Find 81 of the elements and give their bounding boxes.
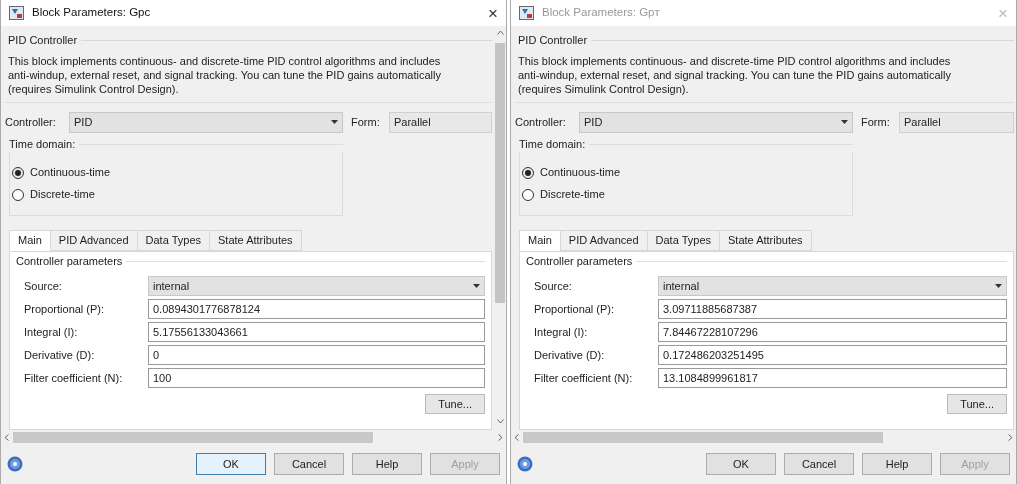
scroll-left-icon[interactable] xyxy=(4,433,9,441)
scroll-down-icon[interactable] xyxy=(496,419,504,424)
radio-label[interactable]: Continuous-time xyxy=(540,164,621,181)
help-icon[interactable] xyxy=(517,456,533,472)
radio-button[interactable] xyxy=(12,166,24,179)
group-title: Time domain: xyxy=(519,136,586,152)
input-field[interactable]: 100 xyxy=(148,368,485,388)
help-icon[interactable] xyxy=(7,456,23,472)
input-field[interactable]: 3.09711885687387 xyxy=(658,299,1007,319)
description-text: (requires Simulink Control Design). xyxy=(518,82,690,96)
dropdown-arrow-icon[interactable] xyxy=(995,284,1002,288)
field-label: Derivative (D): xyxy=(24,347,96,363)
dialog-button[interactable]: Help xyxy=(352,453,422,475)
scroll-right-icon[interactable] xyxy=(498,433,503,441)
controller-label: Controller: xyxy=(515,114,567,130)
scroll-up-icon[interactable] xyxy=(496,30,504,35)
controller-label: Controller: xyxy=(5,114,57,130)
tab[interactable]: Main xyxy=(519,230,561,251)
dialog-button[interactable]: Cancel xyxy=(274,453,344,475)
description-text: This block implements continuous- and discrete-time PID control algorithms and includes xyxy=(518,54,952,68)
tab[interactable]: Data Types xyxy=(646,230,720,251)
input-field[interactable]: 5.17556133043661 xyxy=(148,322,485,342)
radio-button[interactable] xyxy=(522,166,534,179)
form-label: Form: xyxy=(351,114,381,130)
dropdown-arrow-icon[interactable] xyxy=(473,284,480,288)
dialog-button[interactable]: Help xyxy=(862,453,932,475)
description-text: (requires Simulink Control Design). xyxy=(8,82,180,96)
description-text: anti-windup, external reset, and signal tracking. You can tune the PID gains automatically xyxy=(518,68,952,82)
dropdown-arrow-icon[interactable] xyxy=(841,120,848,124)
close-button[interactable]: × xyxy=(488,4,498,22)
tune-button[interactable]: Tune... xyxy=(947,394,1007,414)
radio-button[interactable] xyxy=(12,188,24,201)
tab[interactable]: Data Types xyxy=(136,230,210,251)
window-title: Block Parameters: Gpc xyxy=(32,5,152,21)
radio-button[interactable] xyxy=(522,188,534,201)
group-title: PID Controller xyxy=(7,32,78,48)
dialog-button[interactable]: OK xyxy=(196,453,266,475)
input-field[interactable]: 7.84467228107296 xyxy=(658,322,1007,342)
field-label: Source: xyxy=(534,278,573,294)
tab[interactable]: PID Advanced xyxy=(559,230,648,251)
description-text: anti-windup, external reset, and signal tracking. You can tune the PID gains automatically xyxy=(8,68,442,82)
field-label: Integral (I): xyxy=(534,324,589,340)
source-dropdown[interactable]: internal xyxy=(148,276,485,296)
group-title: Controller parameters xyxy=(16,253,123,269)
radio-label[interactable]: Continuous-time xyxy=(30,164,111,181)
window-title: Block Parameters: Gpт xyxy=(542,5,661,21)
field-label: Proportional (P): xyxy=(24,301,106,317)
controller-dropdown[interactable]: PID xyxy=(69,111,343,133)
input-field[interactable]: 0.172486203251495 xyxy=(658,345,1007,365)
input-field[interactable]: 0.0894301776878124 xyxy=(148,299,485,319)
field-label: Source: xyxy=(24,278,63,294)
scroll-left-icon[interactable] xyxy=(514,433,519,441)
radio-label[interactable]: Discrete-time xyxy=(30,186,95,203)
tab[interactable]: PID Advanced xyxy=(49,230,138,251)
group-title: PID Controller xyxy=(517,32,588,48)
source-dropdown[interactable]: internal xyxy=(658,276,1007,296)
tab[interactable]: State Attributes xyxy=(719,230,812,251)
description-text: This block implements continuous- and discrete-time PID control algorithms and includes xyxy=(8,54,442,68)
tune-button[interactable]: Tune... xyxy=(425,394,485,414)
block-icon[interactable] xyxy=(9,6,24,20)
field-label: Derivative (D): xyxy=(534,347,606,363)
field-label: Filter coefficient (N): xyxy=(534,370,634,386)
form-field[interactable]: Parallel xyxy=(899,111,1014,133)
radio-label[interactable]: Discrete-time xyxy=(540,186,605,203)
field-label: Proportional (P): xyxy=(534,301,616,317)
block-icon[interactable] xyxy=(519,6,534,20)
tab[interactable]: State Attributes xyxy=(209,230,302,251)
input-field[interactable]: 0 xyxy=(148,345,485,365)
group-title: Time domain: xyxy=(9,136,76,152)
form-field[interactable]: Parallel xyxy=(389,111,492,133)
group-title: Controller parameters xyxy=(526,253,633,269)
scroll-right-icon[interactable] xyxy=(1008,433,1013,441)
input-field[interactable]: 13.1084899961817 xyxy=(658,368,1007,388)
tab[interactable]: Main xyxy=(9,230,51,251)
dropdown-arrow-icon[interactable] xyxy=(331,120,338,124)
dialog-button[interactable]: Cancel xyxy=(784,453,854,475)
dialog-button[interactable]: OK xyxy=(706,453,776,475)
field-label: Integral (I): xyxy=(24,324,79,340)
controller-dropdown[interactable]: PID xyxy=(579,111,853,133)
field-label: Filter coefficient (N): xyxy=(24,370,124,386)
form-label: Form: xyxy=(861,114,891,130)
